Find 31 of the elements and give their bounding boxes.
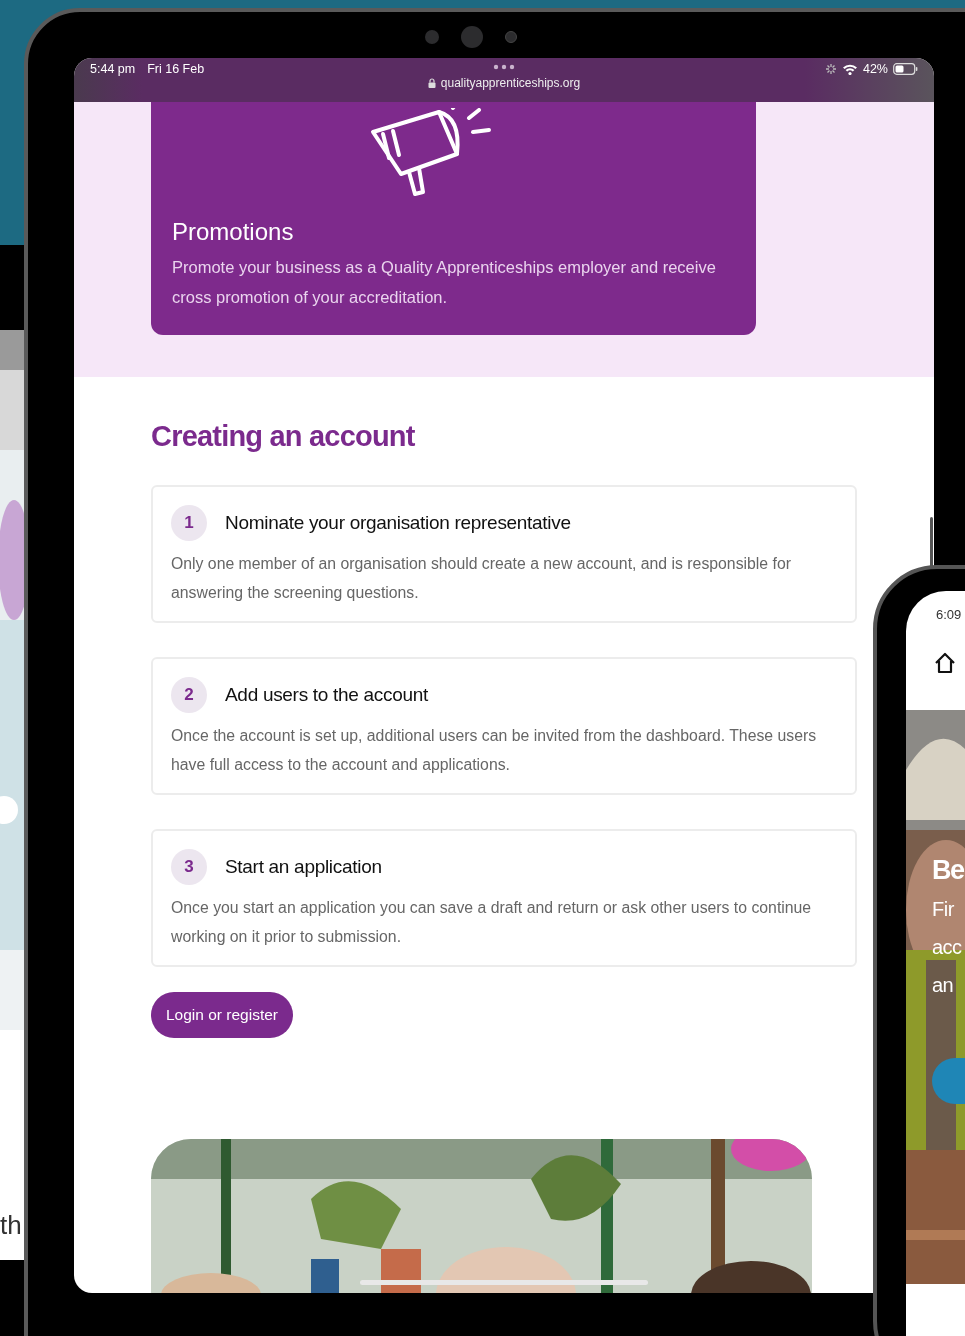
battery-icon (893, 63, 918, 75)
hero-text: Fir (932, 897, 955, 922)
battery-percent: 42% (862, 62, 888, 76)
step-number: 2 (171, 677, 207, 713)
section-heading: Creating an account (151, 419, 416, 453)
hero-heading: Be (932, 854, 965, 887)
status-date: Fri 16 Feb (147, 62, 205, 76)
hero-text: acc (932, 935, 963, 960)
more-icon (493, 64, 515, 70)
step-title: Add users to the account (225, 684, 428, 706)
sensor-icon (425, 30, 439, 44)
card-title: Promotions (172, 218, 295, 246)
step-text: Once the account is set up, additional users can be invited from the dashboard. These users have full access to the account and applications. (171, 726, 818, 775)
step-text: Once you start an application you can save a draft and return or ask other users to continue working on it prior to submission. (171, 898, 813, 947)
step-title: Nominate your organisation representative (225, 512, 571, 534)
wifi-icon (841, 63, 858, 75)
status-time: 5:44 pm (90, 62, 136, 76)
home-icon (934, 652, 956, 674)
status-time: 6:09 (936, 607, 963, 622)
step-number: 3 (171, 849, 207, 885)
url-text[interactable]: qualityapprenticeships.org (440, 76, 581, 90)
step-text: Only one member of an organisation should create a new account, and is responsible for answering the screening questions. (171, 554, 792, 603)
camera-icon (461, 26, 483, 48)
card-text: Promote your business as a Quality Apprenticeships employer and receive cross promotion of your accreditation. (172, 257, 717, 308)
step-number: 1 (171, 505, 207, 541)
sensor-icon (505, 31, 517, 43)
step-title: Start an application (225, 856, 382, 878)
lock-icon (427, 78, 436, 88)
login-button[interactable]: Login or register (151, 992, 293, 1038)
hero-text: an (932, 973, 955, 998)
cut-text: th (0, 1210, 23, 1240)
